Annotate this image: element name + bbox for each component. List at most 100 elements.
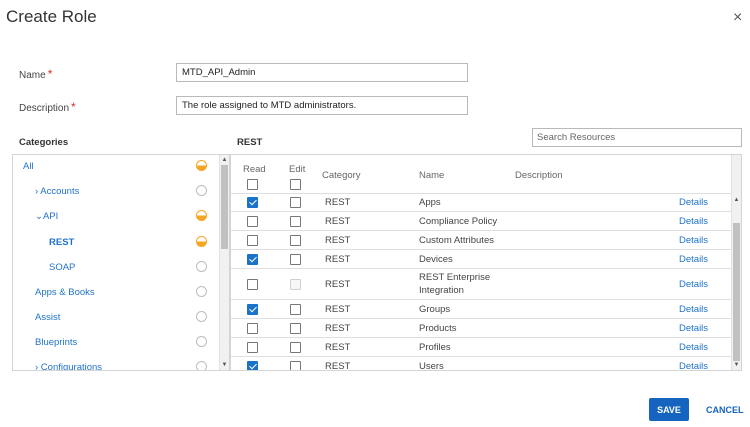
read-checkbox[interactable] <box>247 197 258 208</box>
scroll-up-icon[interactable]: ▲ <box>732 196 741 204</box>
edit-checkbox[interactable] <box>290 323 301 334</box>
resources-panel: Read Edit Category Name Description REST… <box>230 154 742 371</box>
table-row: REST Compliance Policy Details <box>231 211 731 230</box>
edit-all-checkbox[interactable] <box>290 179 301 190</box>
category-assist[interactable]: Assist <box>13 306 219 331</box>
name-input[interactable]: MTD_API_Admin <box>176 63 468 82</box>
category-all[interactable]: All <box>13 155 219 180</box>
name-cell: Users <box>419 361 444 371</box>
category-accounts[interactable]: › Accounts <box>13 180 219 205</box>
details-link[interactable]: Details <box>679 323 708 334</box>
select-circle-icon[interactable] <box>196 336 207 347</box>
edit-checkbox[interactable] <box>290 361 301 370</box>
select-circle-icon[interactable] <box>196 261 207 272</box>
partial-select-icon[interactable] <box>196 160 207 171</box>
read-checkbox[interactable] <box>247 304 258 315</box>
category-label: › Configurations <box>35 362 103 370</box>
details-link[interactable]: Details <box>679 254 708 265</box>
scroll-up-icon[interactable]: ▲ <box>220 156 229 164</box>
category-cell: REST <box>325 304 351 315</box>
category-label: Apps & Books <box>35 287 95 298</box>
read-checkbox[interactable] <box>247 323 258 334</box>
table-row: REST REST Enterprise Integration Details <box>231 268 731 299</box>
select-circle-icon[interactable] <box>196 361 207 370</box>
edit-checkbox[interactable] <box>290 197 301 208</box>
details-link[interactable]: Details <box>679 235 708 246</box>
description-label: Description * <box>19 100 76 114</box>
category-soap[interactable]: SOAP <box>13 256 219 281</box>
edit-checkbox[interactable] <box>290 342 301 353</box>
table-row: REST Products Details <box>231 318 731 337</box>
category-configurations[interactable]: › Configurations <box>13 356 219 370</box>
resources-scrollbar[interactable]: ▲ ▼ <box>731 155 741 370</box>
partial-select-icon[interactable] <box>196 210 207 221</box>
details-link[interactable]: Details <box>679 216 708 227</box>
category-blueprints[interactable]: Blueprints <box>13 331 219 356</box>
details-link[interactable]: Details <box>679 279 708 290</box>
save-button[interactable]: SAVE <box>649 398 689 421</box>
select-circle-icon[interactable] <box>196 311 207 322</box>
name-cell: Profiles <box>419 342 451 353</box>
category-cell: REST <box>325 254 351 265</box>
scroll-thumb[interactable] <box>733 223 740 361</box>
category-cell: REST <box>325 342 351 353</box>
read-column-header: Read <box>243 164 266 175</box>
select-circle-icon[interactable] <box>196 185 207 196</box>
category-label: Blueprints <box>35 337 78 348</box>
scroll-thumb[interactable] <box>221 165 228 249</box>
description-input[interactable]: The role assigned to MTD administrators. <box>176 96 468 115</box>
table-row: REST Custom Attributes Details <box>231 230 731 249</box>
edit-checkbox[interactable] <box>290 304 301 315</box>
category-column-header: Category <box>322 170 361 181</box>
select-circle-icon[interactable] <box>196 286 207 297</box>
categories-scrollbar[interactable]: ▲ ▼ <box>219 155 229 370</box>
read-checkbox[interactable] <box>247 216 258 227</box>
read-checkbox[interactable] <box>247 254 258 265</box>
name-column-header: Name <box>419 170 445 181</box>
scroll-down-icon[interactable]: ▼ <box>220 361 229 369</box>
category-cell: REST <box>325 197 351 208</box>
category-label: › Accounts <box>35 186 80 197</box>
required-mark: * <box>47 67 53 81</box>
name-cell: REST Enterprise <box>419 272 491 283</box>
details-link[interactable]: Details <box>679 342 708 353</box>
details-link[interactable]: Details <box>679 304 708 315</box>
details-link[interactable]: Details <box>679 197 708 208</box>
category-api[interactable]: ⌄API <box>13 205 219 230</box>
partial-select-icon[interactable] <box>196 236 207 247</box>
close-icon[interactable]: × <box>733 10 742 26</box>
read-checkbox[interactable] <box>247 361 258 370</box>
edit-column-header: Edit <box>289 164 306 175</box>
read-checkbox[interactable] <box>247 342 258 353</box>
category-cell: REST <box>325 361 351 371</box>
categories-list: All › Accounts ⌄API REST SOAP Apps & Boo… <box>13 155 219 370</box>
edit-checkbox[interactable] <box>290 216 301 227</box>
edit-checkbox <box>290 279 301 290</box>
read-checkbox[interactable] <box>247 235 258 246</box>
search-resources-input[interactable]: Search Resources <box>532 128 742 147</box>
category-label: All <box>23 161 34 172</box>
name-cell: Groups <box>419 304 451 315</box>
table-row: REST Devices Details <box>231 249 731 268</box>
table-row: REST Users Details <box>231 356 731 371</box>
edit-checkbox[interactable] <box>290 235 301 246</box>
details-link[interactable]: Details <box>679 361 708 370</box>
categories-panel: All › Accounts ⌄API REST SOAP Apps & Boo… <box>12 154 230 371</box>
category-label: SOAP <box>49 262 76 273</box>
edit-checkbox[interactable] <box>290 254 301 265</box>
description-column-header: Description <box>515 170 563 181</box>
name-cell: Devices <box>419 254 453 265</box>
category-rest[interactable]: REST <box>13 231 219 256</box>
table-header: Read Edit Category Name Description <box>231 155 731 193</box>
read-all-checkbox[interactable] <box>247 179 258 190</box>
name-cell-line2: Integration <box>419 285 464 296</box>
read-checkbox[interactable] <box>247 279 258 290</box>
category-cell: REST <box>325 323 351 334</box>
categories-heading: Categories <box>19 137 69 148</box>
name-cell: Apps <box>419 197 441 208</box>
required-mark: * <box>71 100 76 114</box>
name-cell: Products <box>419 323 457 334</box>
scroll-down-icon[interactable]: ▼ <box>732 361 741 369</box>
cancel-button[interactable]: CANCEL <box>700 398 746 421</box>
category-apps-books[interactable]: Apps & Books <box>13 281 219 306</box>
